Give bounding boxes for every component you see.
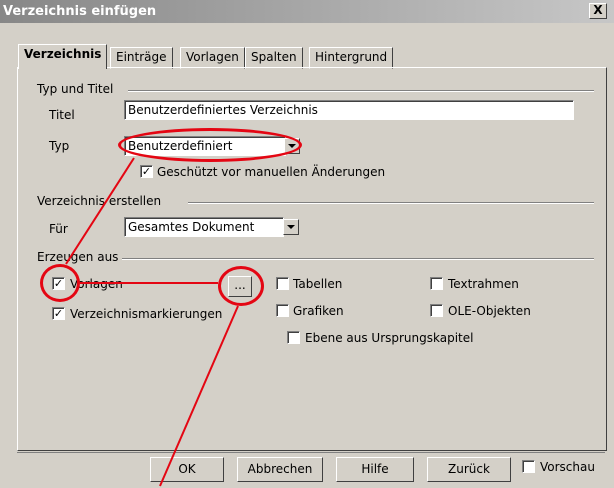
title-bar: Verzeichnis einfügen X <box>0 0 614 23</box>
fuer-dropdown-button[interactable] <box>283 219 299 235</box>
vorschau-label: Vorschau <box>540 460 595 474</box>
ok-button[interactable]: OK <box>150 457 224 482</box>
group-typ-und-titel: Typ und Titel <box>37 82 114 96</box>
tab-verzeichnis[interactable]: Verzeichnis <box>18 44 108 69</box>
titel-label: Titel <box>49 108 75 122</box>
grafiken-checkbox[interactable] <box>276 304 289 317</box>
geschuetzt-checkbox[interactable]: ✓ <box>140 165 153 178</box>
zurueck-button[interactable]: Zurück <box>427 457 511 482</box>
divider <box>122 258 594 260</box>
divider <box>188 202 594 204</box>
tabellen-label: Tabellen <box>293 277 343 291</box>
fuer-select[interactable]: Gesamtes Dokument <box>124 217 284 237</box>
tab-eintraege[interactable]: Einträge <box>110 47 173 69</box>
tab-spalten[interactable]: Spalten <box>245 47 303 69</box>
footer-divider <box>17 452 605 453</box>
window-title: Verzeichnis einfügen <box>3 4 157 19</box>
annotation-ellipse-typ <box>118 128 302 162</box>
close-button[interactable]: X <box>589 3 607 19</box>
markierungen-checkbox[interactable]: ✓ <box>52 307 65 320</box>
annotation-ellipse-ellipsis <box>218 266 264 306</box>
hilfe-button[interactable]: Hilfe <box>336 457 414 482</box>
grafiken-label: Grafiken <box>293 304 344 318</box>
abbrechen-button[interactable]: Abbrechen <box>237 457 323 482</box>
tab-hintergrund[interactable]: Hintergrund <box>309 47 394 69</box>
group-verzeichnis-erstellen: Verzeichnis erstellen <box>37 194 162 208</box>
typ-label: Typ <box>49 139 70 153</box>
ebene-label: Ebene aus Ursprungskapitel <box>305 331 474 345</box>
divider <box>128 90 594 92</box>
fuer-label: Für <box>49 222 68 236</box>
textrahmen-checkbox[interactable] <box>430 277 443 290</box>
textrahmen-label: Textrahmen <box>448 277 519 291</box>
tabellen-checkbox[interactable] <box>276 277 289 290</box>
ole-checkbox[interactable] <box>430 304 443 317</box>
vorschau-checkbox[interactable] <box>522 460 535 473</box>
markierungen-label: Verzeichnismarkierungen <box>70 307 223 321</box>
titel-field[interactable]: Benutzerdefiniertes Verzeichnis <box>124 100 574 120</box>
ebene-checkbox[interactable] <box>287 331 300 344</box>
ole-label: OLE-Objekten <box>448 304 531 318</box>
geschuetzt-label: Geschützt vor manuellen Änderungen <box>157 165 386 179</box>
group-erzeugen-aus: Erzeugen aus <box>37 250 119 264</box>
annotation-ellipse-vorlagen <box>40 264 80 302</box>
tab-vorlagen[interactable]: Vorlagen <box>180 47 245 69</box>
